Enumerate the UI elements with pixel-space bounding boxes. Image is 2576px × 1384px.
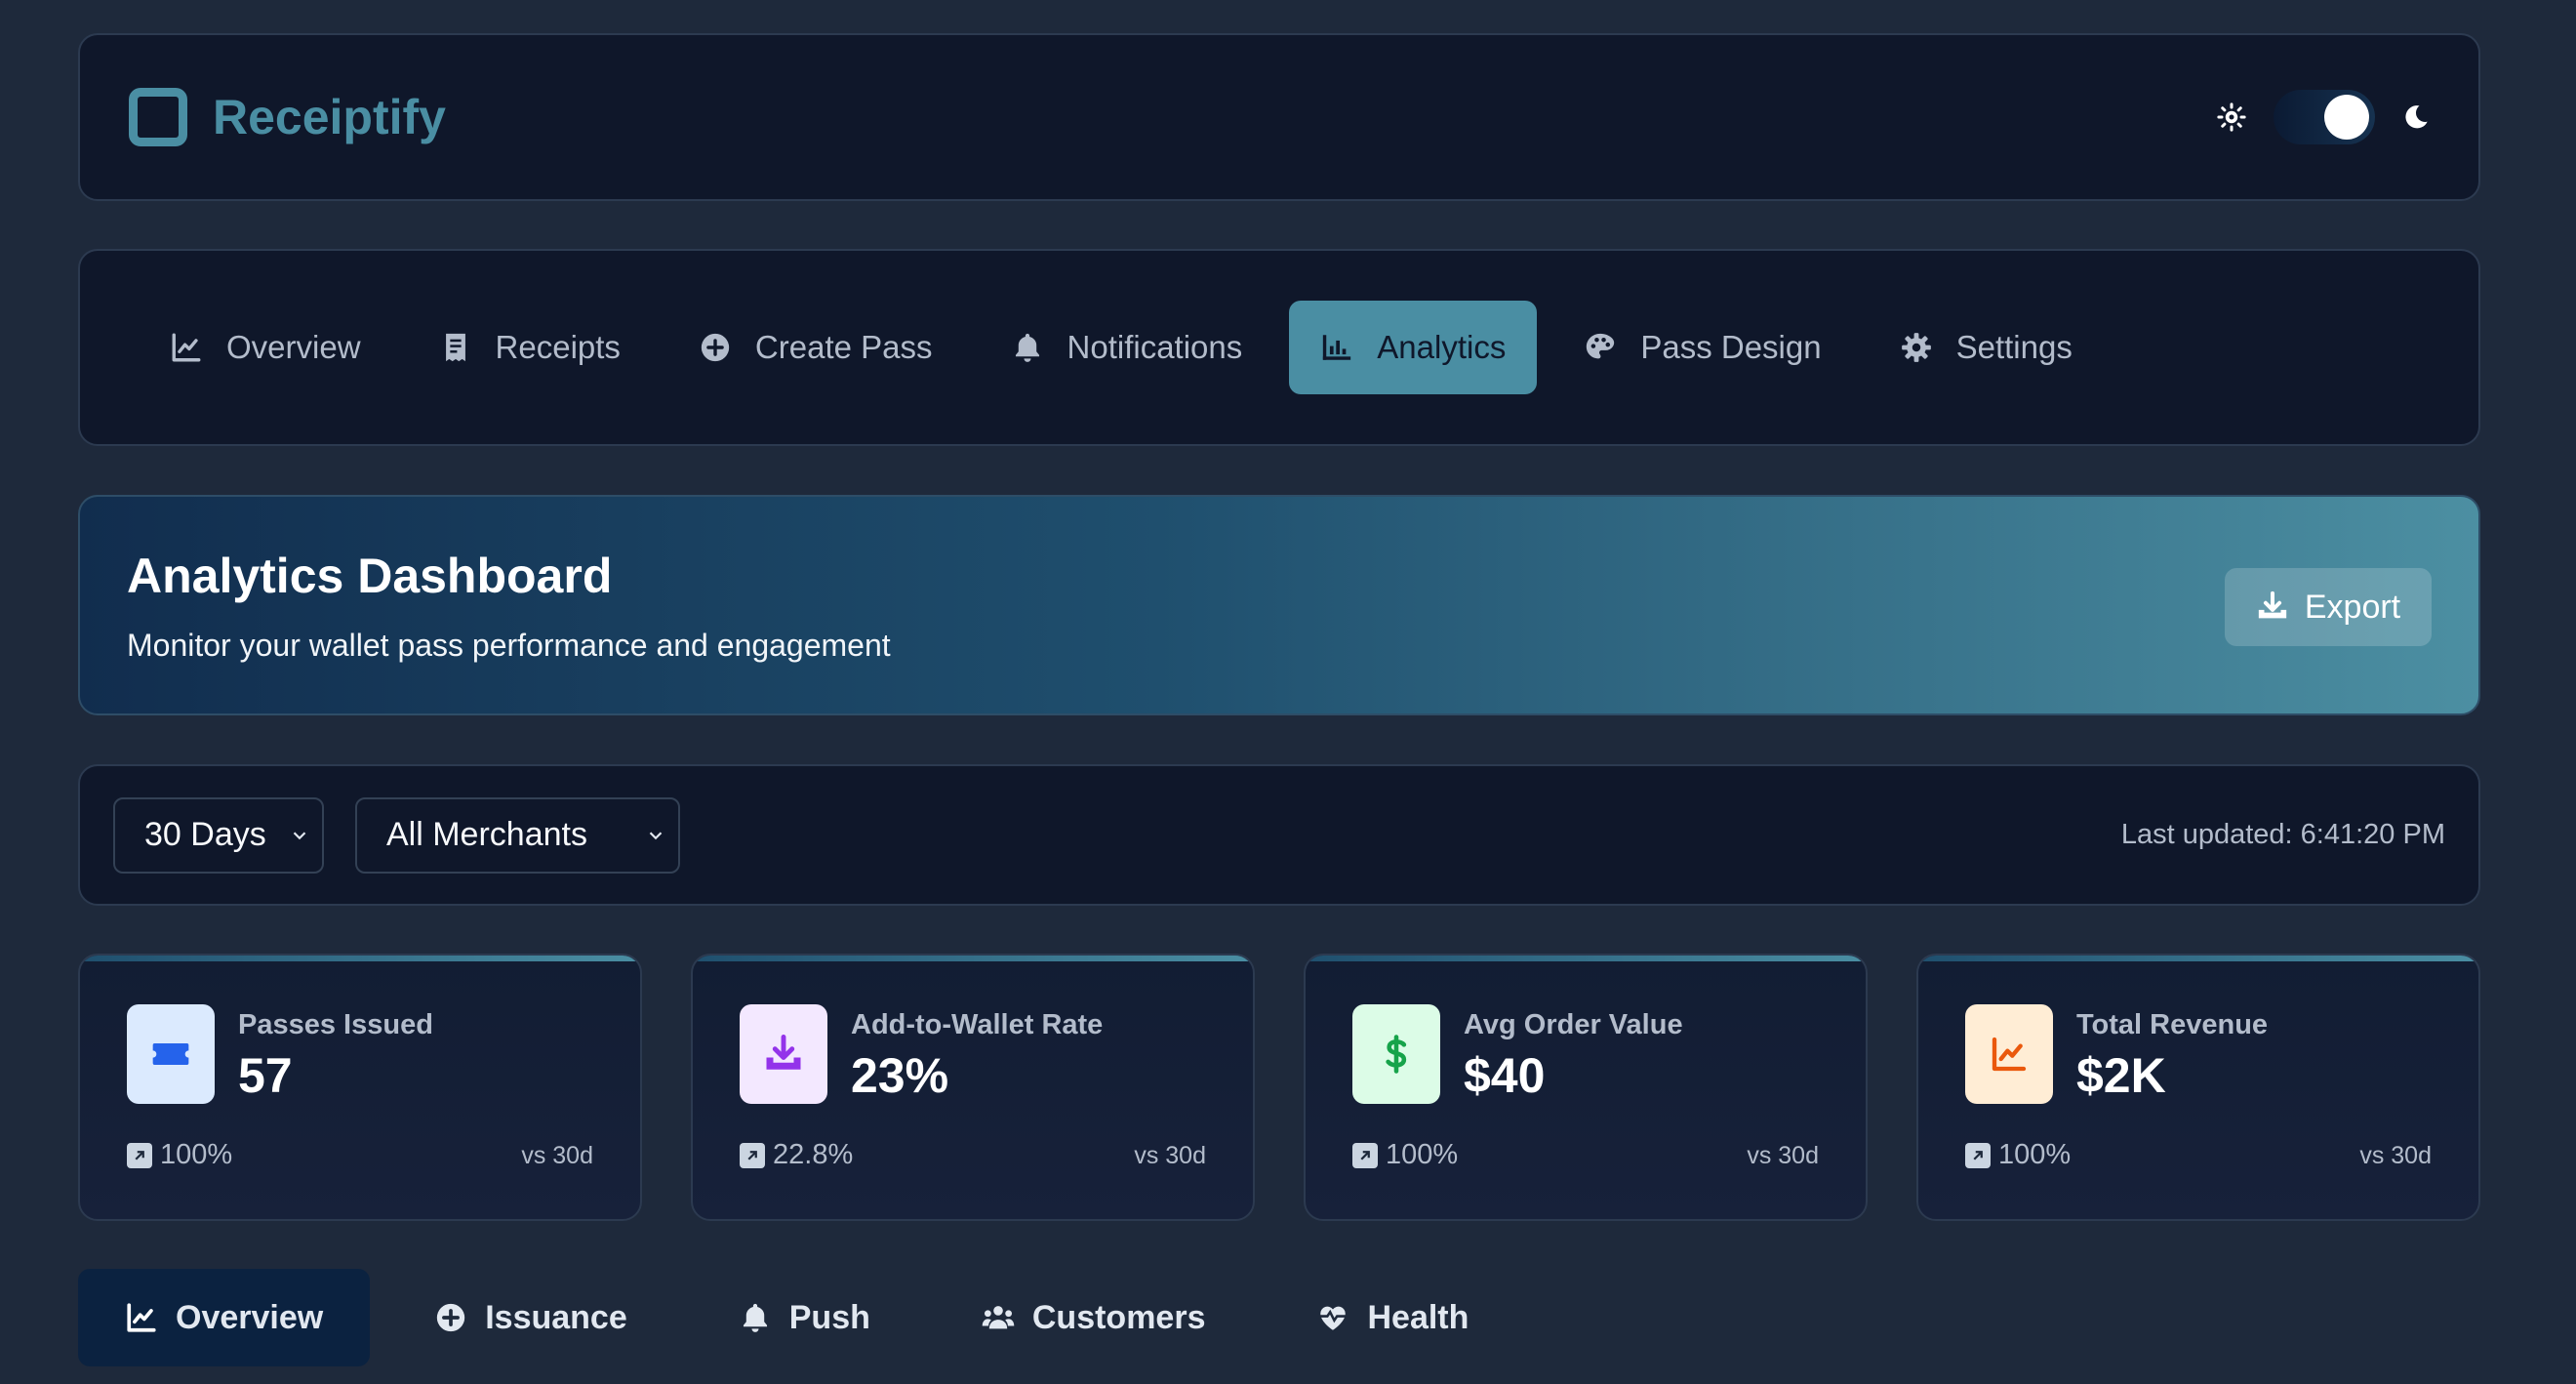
theme-toggle[interactable] [2274,90,2375,144]
tab-health[interactable]: Health [1269,1269,1515,1366]
theme-switcher [2217,90,2430,144]
stat-label: Avg Order Value [1464,1009,1683,1040]
nav-item-label: Receipts [495,329,621,365]
toggle-knob [2324,95,2369,140]
tab-label: Push [788,1298,870,1336]
merchant-value: All Merchants [386,816,587,853]
stat-icon [740,1004,827,1104]
arrow-up-right-icon [740,1142,765,1168]
stat-value: $2K [2076,1048,2166,1103]
dollar-icon [1386,1035,1407,1074]
stat-change-value: 100% [1998,1139,2072,1170]
logo-icon [129,88,187,146]
page-subtitle: Monitor your wallet pass performance and… [127,628,891,663]
arrow-up-right-icon [1965,1142,1991,1168]
bell-icon [743,1303,767,1332]
date-range-value: 30 Days [144,816,266,853]
stat-change-value: 100% [160,1139,233,1170]
stat-change-value: 100% [1386,1139,1459,1170]
sun-icon [2217,102,2246,132]
heart-pulse-icon [1320,1306,1347,1330]
arrow-up-right-icon [1352,1142,1378,1168]
stat-change: 22.8% [740,1139,853,1171]
nav-item-analytics[interactable]: Analytics [1289,301,1538,394]
nav-item-create-pass[interactable]: Create Pass [667,301,964,394]
tab-label: Customers [1031,1298,1206,1336]
moon-icon [2405,105,2428,129]
download-icon [2258,590,2287,619]
logo[interactable]: Receiptify [129,88,446,146]
app-header: Receiptify [78,33,2480,201]
filter-bar: 30 Days All Merchants Last updated: 6:41… [78,764,2480,906]
plus-circle-icon [701,333,730,362]
stat-card-add-to-wallet: Add-to-Wallet Rate 23% 22.8% vs 30d [691,954,1255,1221]
stat-label: Add-to-Wallet Rate [851,1009,1104,1040]
stat-icon [1352,1004,1440,1104]
nav-item-label: Settings [1955,329,2073,365]
nav-item-pass-design[interactable]: Pass Design [1552,301,1852,394]
nav-item-receipts[interactable]: Receipts [408,301,652,394]
stat-change: 100% [127,1139,232,1171]
nav-item-label: Overview [226,329,361,365]
main-nav: Overview Receipts Create Pass Notificati… [78,249,2480,446]
nav-item-label: Notifications [1067,329,1243,365]
stat-icon [1965,1004,2053,1104]
gear-icon [1901,333,1931,362]
stat-change-value: 22.8% [773,1139,854,1170]
tab-customers[interactable]: Customers [935,1269,1253,1366]
nav-item-overview[interactable]: Overview [139,301,392,394]
export-label: Export [2304,588,2401,626]
tab-label: Issuance [485,1298,627,1336]
analytics-tabs: Overview Issuance Push Customers Health [78,1269,1533,1366]
stat-card-avg-order-value: Avg Order Value $40 100% vs 30d [1304,954,1868,1221]
ticket-icon [152,1043,189,1065]
merchant-select[interactable]: All Merchants [355,796,680,874]
stat-change: 100% [1965,1139,2071,1171]
chevron-down-icon [293,831,306,839]
tab-overview[interactable]: Overview [78,1269,371,1366]
stat-change: 100% [1352,1139,1458,1171]
line-chart-icon [127,1303,156,1332]
export-button[interactable]: Export [2225,568,2432,646]
tab-issuance[interactable]: Issuance [387,1269,674,1366]
download-icon [766,1035,801,1070]
stat-value: $40 [1464,1048,1546,1103]
bar-chart-icon [1323,335,1351,360]
page: Receiptify Overview Receipts Create Pass… [0,0,2576,1384]
stat-value: 23% [851,1048,949,1103]
plus-circle-icon [437,1303,465,1332]
bell-icon [1015,333,1039,362]
page-title: Analytics Dashboard [127,549,613,603]
nav-item-label: Pass Design [1640,329,1822,365]
tab-label: Health [1367,1298,1469,1336]
stat-compare: vs 30d [521,1142,593,1169]
stat-compare: vs 30d [1134,1142,1206,1169]
last-updated: Last updated: 6:41:20 PM [2120,819,2445,850]
stat-card-passes-issued: Passes Issued 57 100% vs 30d [78,954,642,1221]
arrow-up-right-icon [127,1142,152,1168]
chevron-down-icon [649,831,663,839]
stat-value: 57 [238,1048,293,1103]
trend-icon [1992,1037,2027,1072]
date-range-select[interactable]: 30 Days [113,796,324,874]
stat-label: Total Revenue [2076,1009,2269,1040]
stat-label: Passes Issued [238,1009,433,1040]
line-chart-icon [172,333,201,362]
tab-label: Overview [176,1298,324,1336]
stat-compare: vs 30d [1747,1142,1819,1169]
nav-item-notifications[interactable]: Notifications [980,301,1274,394]
nav-item-label: Analytics [1377,329,1507,365]
app-name: Receiptify [213,90,446,144]
stat-icon [127,1004,215,1104]
stat-compare: vs 30d [2359,1142,2432,1169]
receipt-icon [445,333,465,362]
tab-push[interactable]: Push [692,1269,917,1366]
stat-card-total-revenue: Total Revenue $2K 100% vs 30d [1916,954,2480,1221]
nav-item-settings[interactable]: Settings [1869,301,2104,394]
dashboard-hero: Analytics Dashboard Monitor your wallet … [78,495,2480,715]
nav-item-label: Create Pass [754,329,933,365]
palette-icon [1587,333,1615,359]
users-icon [982,1306,1015,1329]
